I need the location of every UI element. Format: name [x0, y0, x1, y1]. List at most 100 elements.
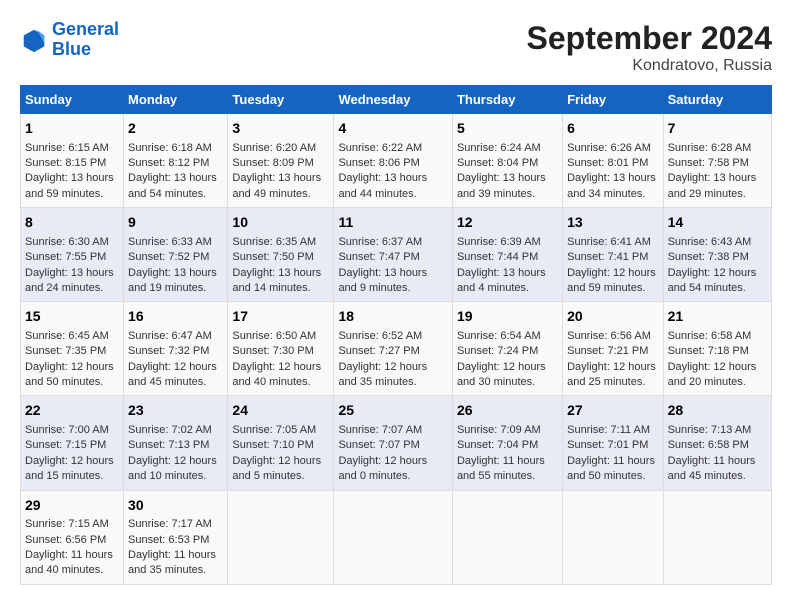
sunrise-text: Sunrise: 7:05 AM: [232, 424, 316, 436]
sunrise-text: Sunrise: 6:26 AM: [567, 142, 651, 154]
sunset-text: Sunset: 8:01 PM: [567, 157, 648, 169]
day-number: 1: [25, 119, 119, 139]
daylight-text: Daylight: 13 hours and 9 minutes.: [338, 267, 427, 294]
day-number: 12: [457, 213, 558, 233]
daylight-text: Daylight: 11 hours and 40 minutes.: [25, 549, 113, 576]
sunset-text: Sunset: 7:18 PM: [668, 345, 749, 357]
calendar-cell: 8 Sunrise: 6:30 AM Sunset: 7:55 PM Daylight…: [21, 208, 124, 302]
calendar-cell: 22Sunrise: 7:00 AMSunset: 7:15 PMDayligh…: [21, 396, 124, 490]
sunset-text: Sunset: 7:41 PM: [567, 251, 648, 263]
daylight-text: Daylight: 13 hours and 44 minutes.: [338, 172, 427, 199]
week-row-5: 29Sunrise: 7:15 AMSunset: 6:56 PMDayligh…: [21, 490, 772, 584]
day-number: 25: [338, 401, 448, 421]
daylight-text: Daylight: 13 hours and 49 minutes.: [232, 172, 321, 199]
sunrise-text: Sunrise: 6:30 AM: [25, 236, 109, 248]
week-row-4: 22Sunrise: 7:00 AMSunset: 7:15 PMDayligh…: [21, 396, 772, 490]
header-thursday: Thursday: [452, 86, 562, 114]
daylight-text: Daylight: 12 hours and 50 minutes.: [25, 361, 114, 388]
sunrise-text: Sunrise: 7:00 AM: [25, 424, 109, 436]
sunrise-text: Sunrise: 6:28 AM: [668, 142, 752, 154]
day-number: 17: [232, 307, 329, 327]
sunset-text: Sunset: 7:27 PM: [338, 345, 419, 357]
calendar-cell: 2Sunrise: 6:18 AMSunset: 8:12 PMDaylight…: [124, 114, 228, 208]
calendar-cell: 1Sunrise: 6:15 AMSunset: 8:15 PMDaylight…: [21, 114, 124, 208]
calendar-cell: 14Sunrise: 6:43 AMSunset: 7:38 PMDayligh…: [663, 208, 771, 302]
sunrise-text: Sunrise: 7:15 AM: [25, 518, 109, 530]
calendar-cell: 16Sunrise: 6:47 AMSunset: 7:32 PMDayligh…: [124, 302, 228, 396]
header-sunday: Sunday: [21, 86, 124, 114]
daylight-text: Daylight: 13 hours and 24 minutes.: [25, 267, 114, 294]
month-title: September 2024: [527, 20, 772, 57]
calendar-cell: 28Sunrise: 7:13 AMSunset: 6:58 PMDayligh…: [663, 396, 771, 490]
sunrise-text: Sunrise: 6:35 AM: [232, 236, 316, 248]
sunrise-text: Sunrise: 6:37 AM: [338, 236, 422, 248]
header-wednesday: Wednesday: [334, 86, 453, 114]
calendar-cell: 29Sunrise: 7:15 AMSunset: 6:56 PMDayligh…: [21, 490, 124, 584]
calendar-cell: 12Sunrise: 6:39 AMSunset: 7:44 PMDayligh…: [452, 208, 562, 302]
sunrise-text: Sunrise: 6:43 AM: [668, 236, 752, 248]
sunrise-text: Sunrise: 6:22 AM: [338, 142, 422, 154]
sunset-text: Sunset: 7:01 PM: [567, 439, 648, 451]
daylight-text: Daylight: 13 hours and 14 minutes.: [232, 267, 321, 294]
sunset-text: Sunset: 7:07 PM: [338, 439, 419, 451]
calendar-cell: 18Sunrise: 6:52 AMSunset: 7:27 PMDayligh…: [334, 302, 453, 396]
sunrise-text: Sunrise: 6:47 AM: [128, 330, 212, 342]
sunset-text: Sunset: 7:52 PM: [128, 251, 209, 263]
sunrise-text: Sunrise: 6:24 AM: [457, 142, 541, 154]
calendar-cell: [228, 490, 334, 584]
page-header: GeneralBlue September 2024 Kondratovo, R…: [20, 20, 772, 75]
sunset-text: Sunset: 7:21 PM: [567, 345, 648, 357]
sunrise-text: Sunrise: 6:54 AM: [457, 330, 541, 342]
logo-icon: [20, 26, 48, 54]
day-number: 13: [567, 213, 658, 233]
daylight-text: Daylight: 13 hours and 59 minutes.: [25, 172, 114, 199]
calendar-cell: 24Sunrise: 7:05 AMSunset: 7:10 PMDayligh…: [228, 396, 334, 490]
day-number: 3: [232, 119, 329, 139]
calendar-cell: 9Sunrise: 6:33 AMSunset: 7:52 PMDaylight…: [124, 208, 228, 302]
header-tuesday: Tuesday: [228, 86, 334, 114]
sunset-text: Sunset: 8:06 PM: [338, 157, 419, 169]
day-number: 27: [567, 401, 658, 421]
location: Kondratovo, Russia: [527, 57, 772, 75]
sunset-text: Sunset: 8:15 PM: [25, 157, 106, 169]
sunrise-text: Sunrise: 6:33 AM: [128, 236, 212, 248]
calendar-header-row: SundayMondayTuesdayWednesdayThursdayFrid…: [21, 86, 772, 114]
sunrise-text: Sunrise: 7:02 AM: [128, 424, 212, 436]
header-friday: Friday: [563, 86, 663, 114]
calendar-cell: 7Sunrise: 6:28 AMSunset: 7:58 PMDaylight…: [663, 114, 771, 208]
sunset-text: Sunset: 7:35 PM: [25, 345, 106, 357]
daylight-text: Daylight: 12 hours and 15 minutes.: [25, 455, 114, 482]
sunset-text: Sunset: 8:12 PM: [128, 157, 209, 169]
sunset-text: Sunset: 7:55 PM: [25, 251, 106, 263]
calendar-cell: 23Sunrise: 7:02 AMSunset: 7:13 PMDayligh…: [124, 396, 228, 490]
day-number: 4: [338, 119, 448, 139]
day-number: 9: [128, 213, 223, 233]
day-number: 19: [457, 307, 558, 327]
daylight-text: Daylight: 13 hours and 34 minutes.: [567, 172, 656, 199]
daylight-text: Daylight: 12 hours and 0 minutes.: [338, 455, 427, 482]
day-number: 22: [25, 401, 119, 421]
day-number: 5: [457, 119, 558, 139]
sunrise-text: Sunrise: 7:13 AM: [668, 424, 752, 436]
daylight-text: Daylight: 13 hours and 39 minutes.: [457, 172, 546, 199]
daylight-text: Daylight: 12 hours and 40 minutes.: [232, 361, 321, 388]
header-saturday: Saturday: [663, 86, 771, 114]
calendar-cell: 30Sunrise: 7:17 AMSunset: 6:53 PMDayligh…: [124, 490, 228, 584]
day-number: 21: [668, 307, 767, 327]
daylight-text: Daylight: 11 hours and 45 minutes.: [668, 455, 756, 482]
day-number: 10: [232, 213, 329, 233]
calendar-cell: 5Sunrise: 6:24 AMSunset: 8:04 PMDaylight…: [452, 114, 562, 208]
week-row-2: 8 Sunrise: 6:30 AM Sunset: 7:55 PM Daylight…: [21, 208, 772, 302]
calendar-cell: 4 Sunrise: 6:22 AM Sunset: 8:06 PM Daylight…: [334, 114, 453, 208]
sunrise-text: Sunrise: 6:52 AM: [338, 330, 422, 342]
sunrise-text: Sunrise: 7:11 AM: [567, 424, 650, 436]
daylight-text: Daylight: 13 hours and 54 minutes.: [128, 172, 217, 199]
day-number: 8: [25, 213, 119, 233]
daylight-text: Daylight: 11 hours and 50 minutes.: [567, 455, 655, 482]
sunrise-text: Sunrise: 6:20 AM: [232, 142, 316, 154]
sunset-text: Sunset: 7:47 PM: [338, 251, 419, 263]
day-number: 29: [25, 496, 119, 516]
day-number: 28: [668, 401, 767, 421]
calendar-table: SundayMondayTuesdayWednesdayThursdayFrid…: [20, 85, 772, 585]
sunset-text: Sunset: 7:10 PM: [232, 439, 313, 451]
